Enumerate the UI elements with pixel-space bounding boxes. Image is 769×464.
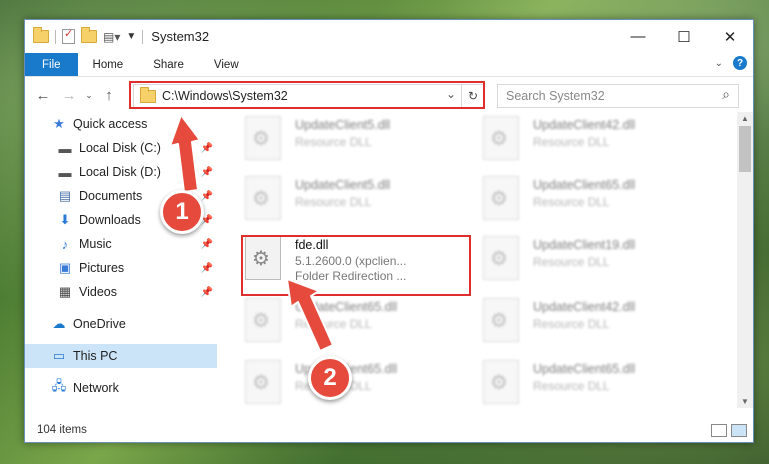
arrow-to-address-bar: [169, 114, 201, 193]
callout-badge-1: 1: [160, 190, 204, 234]
arrow-to-file: [286, 278, 334, 352]
annotation-arrows: [169, 114, 334, 352]
callout-badge-2: 2: [308, 356, 352, 400]
